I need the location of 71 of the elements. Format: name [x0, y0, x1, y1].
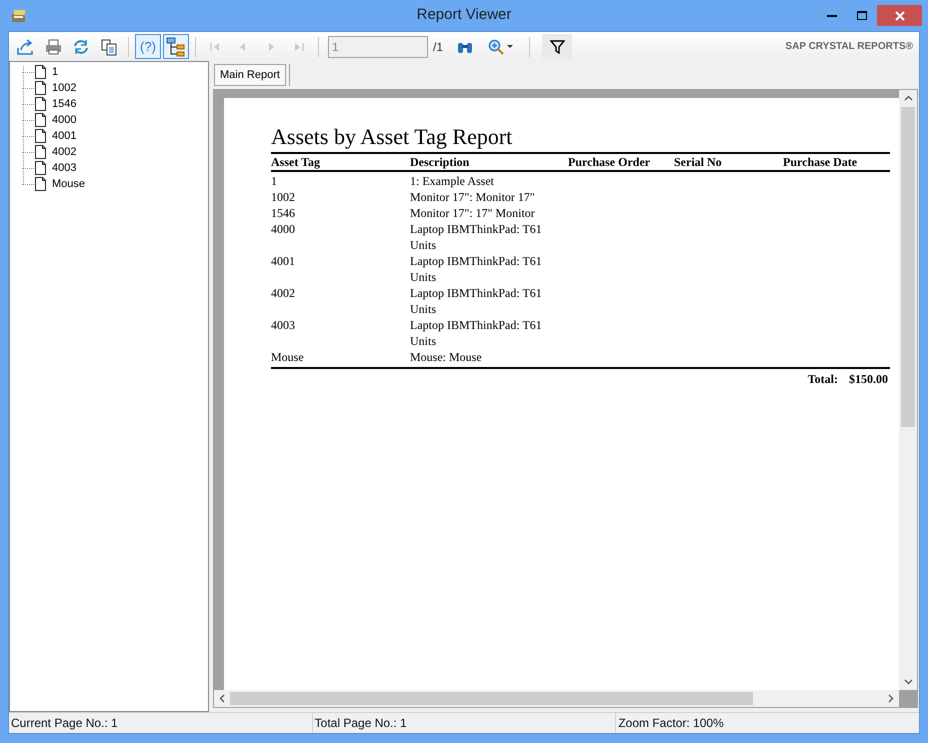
tree-item[interactable]: 4001 — [52, 128, 76, 144]
tree-item[interactable]: 1002 — [52, 80, 76, 96]
filter-button[interactable] — [542, 34, 572, 59]
table-cell: 1546 — [271, 206, 295, 220]
document-icon — [35, 97, 46, 111]
document-icon — [35, 129, 46, 143]
document-icon — [35, 81, 46, 95]
export-icon — [16, 38, 34, 56]
document-icon — [35, 177, 46, 191]
table-cell: 1002 — [271, 190, 295, 204]
column-header: Asset Tag — [271, 155, 320, 169]
table-cell: 4003 — [271, 318, 295, 332]
column-header: Description — [410, 155, 470, 169]
document-icon — [35, 113, 46, 127]
table-cell: Laptop IBMThinkPad: T61 Units — [410, 318, 542, 348]
table-cell: Laptop IBMThinkPad: T61 Units — [410, 254, 542, 284]
close-button[interactable] — [877, 5, 922, 26]
column-header: Purchase Order — [568, 155, 650, 169]
refresh-icon — [72, 38, 90, 56]
status-text: Total Page No.: 1 — [314, 715, 407, 732]
app-icon — [11, 8, 27, 22]
last-page-icon — [294, 42, 304, 52]
zoom-icon — [488, 38, 504, 54]
filter-icon — [550, 40, 565, 54]
previous-icon — [238, 42, 248, 52]
window-title: Report Viewer — [416, 5, 512, 26]
tree-icon — [166, 36, 186, 56]
tree-item[interactable]: 4002 — [52, 144, 76, 160]
total-value: $150.00 — [849, 371, 888, 388]
tree-button[interactable] — [163, 34, 189, 59]
document-icon — [35, 65, 46, 79]
vertical-scrollbar[interactable] — [899, 90, 917, 690]
first-page-icon — [210, 42, 220, 52]
status-text: Zoom Factor: 100% — [618, 715, 724, 732]
column-header: Purchase Date — [783, 155, 858, 169]
printer-icon — [44, 38, 62, 56]
caret-icon — [506, 45, 513, 48]
tree-item[interactable]: 4000 — [52, 112, 76, 128]
table-cell: 4002 — [271, 286, 295, 300]
table-cell: Mouse: Mouse — [410, 350, 482, 364]
report-tab[interactable]: Main Report — [214, 64, 286, 86]
table-cell: Monitor 17": 17" Monitor — [410, 206, 535, 220]
table-cell: 1 — [271, 174, 277, 188]
table-cell: 4001 — [271, 254, 295, 268]
tree-item[interactable]: Mouse — [52, 176, 86, 192]
status-text: Current Page No.: 1 — [11, 715, 118, 732]
brand-logo: SAP CRYSTAL REPORTS® — [785, 40, 913, 54]
document-icon — [35, 145, 46, 159]
table-cell: Laptop IBMThinkPad: T61 Units — [410, 222, 542, 252]
table-cell: Monitor 17": Monitor 17" — [410, 190, 535, 204]
help-button[interactable]: (?) — [135, 34, 161, 59]
tree-item[interactable]: 1546 — [52, 96, 76, 112]
minimize-icon — [827, 14, 837, 17]
next-icon — [266, 42, 276, 52]
scrollbar-thumb[interactable] — [901, 107, 915, 427]
copy-icon — [100, 38, 118, 56]
table-cell: Mouse — [271, 350, 304, 364]
maximize-icon — [857, 11, 867, 20]
table-cell: 4000 — [271, 222, 295, 236]
total-label: Total: — [808, 371, 838, 388]
scrollbar-thumb[interactable] — [230, 692, 753, 705]
document-icon — [35, 161, 46, 175]
column-header: Serial No — [674, 155, 722, 169]
horizontal-scrollbar[interactable] — [214, 690, 899, 707]
tree-item[interactable]: 1 — [52, 64, 58, 80]
page-total: /1 — [433, 38, 444, 56]
table-cell: Laptop IBMThinkPad: T61 Units — [410, 286, 542, 316]
report-title: Assets by Asset Tag Report — [271, 124, 514, 151]
close-icon — [894, 10, 904, 20]
table-cell: 1: Example Asset — [410, 174, 494, 188]
tree-item[interactable]: 4003 — [52, 160, 76, 176]
